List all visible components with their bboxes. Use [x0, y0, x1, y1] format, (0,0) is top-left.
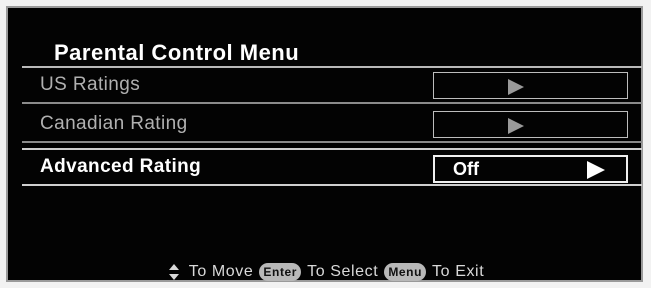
value-box[interactable] [433, 111, 628, 138]
value-box[interactable] [433, 72, 628, 99]
play-arrow-icon [587, 161, 605, 179]
menu-item-label: Canadian Rating [40, 113, 188, 134]
menu-title-bar: Parental Control Menu [22, 28, 642, 68]
menu-item-label: US Ratings [40, 74, 141, 95]
play-arrow-icon [508, 118, 524, 134]
select-hint-text: To Select [307, 263, 379, 280]
key-hint-footer: To Move Enter To Select Menu To Exit [8, 260, 645, 284]
menu-item-us-ratings[interactable]: US Ratings [22, 68, 642, 104]
menu-item-canadian-rating[interactable]: Canadian Rating [22, 107, 642, 143]
parental-control-panel: Parental Control Menu US Ratings Canadia… [6, 6, 643, 282]
up-down-arrows-icon [168, 264, 179, 280]
menu-item-label: Advanced Rating [40, 156, 202, 177]
menu-title: Parental Control Menu [54, 40, 300, 65]
menu-item-advanced-rating[interactable]: Advanced Rating Off [22, 148, 642, 186]
menu-key-badge: Menu [384, 263, 427, 281]
play-arrow-icon [508, 79, 524, 95]
value-box[interactable]: Off [433, 155, 628, 183]
value-text: Off [453, 159, 479, 179]
move-hint-text: To Move [188, 263, 254, 280]
enter-key-badge: Enter [259, 263, 302, 281]
exit-hint-text: To Exit [432, 263, 485, 280]
